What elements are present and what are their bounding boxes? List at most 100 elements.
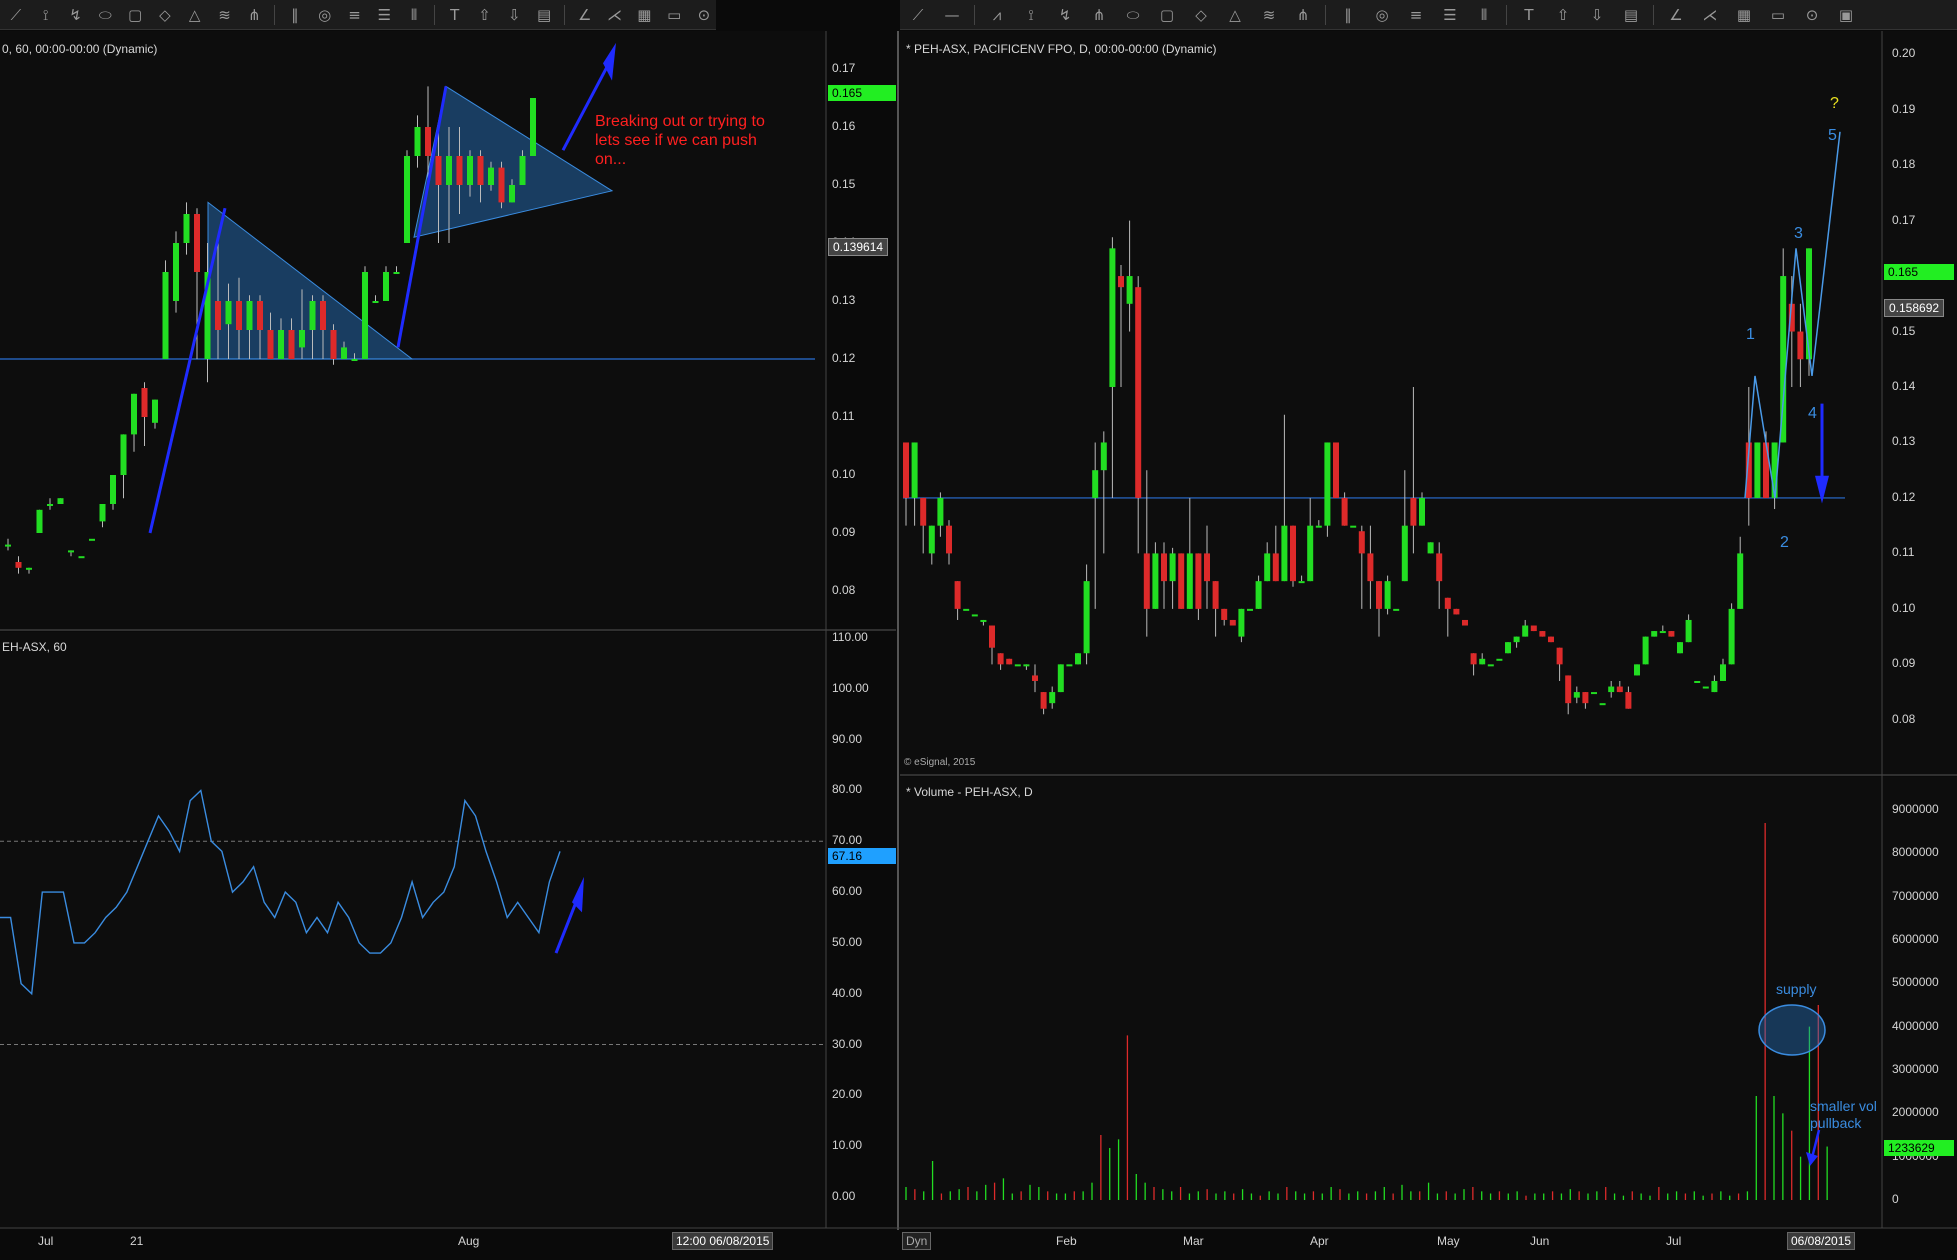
left-candle-body	[404, 156, 410, 243]
dynamic-mode-button[interactable]: Dyn	[902, 1232, 932, 1250]
right-price-tick-label: 0.08	[1892, 711, 1916, 726]
left-rsi-tick-label: 100.00	[832, 680, 869, 695]
right-candle-body	[1350, 525, 1357, 528]
wave-label-2: 2	[1780, 534, 1789, 551]
left-candle-body	[341, 347, 347, 359]
left-candle-body	[257, 301, 263, 330]
right-candle-body	[1186, 553, 1193, 609]
right-candle-body	[1573, 692, 1580, 698]
right-x-label-apr: Apr	[1310, 1234, 1329, 1248]
right-candle-body	[1530, 625, 1537, 632]
right-candle-body	[1797, 331, 1804, 360]
right-x-label-may: May	[1437, 1234, 1460, 1248]
right-volume-tick-label: 4000000	[1892, 1018, 1939, 1033]
left-rsi-tick-label: 10.00	[832, 1138, 863, 1153]
right-candle-body	[1634, 664, 1640, 676]
right-candle-body	[954, 581, 961, 609]
left-rsi-title: EH-ASX, 60	[2, 640, 67, 654]
right-price-tick-label: 0.13	[1892, 434, 1916, 449]
right-candle-body	[997, 653, 1004, 665]
right-candle-body	[1462, 619, 1468, 626]
right-candle-body	[1702, 686, 1709, 689]
right-candle-body	[1470, 653, 1477, 665]
left-pennant-2	[413, 85, 614, 238]
right-candle-body	[1118, 276, 1124, 288]
left-candle-body	[152, 399, 158, 423]
right-volume-title: * Volume - PEH-ASX, D	[906, 785, 1033, 799]
right-candle-body	[1109, 248, 1116, 387]
right-candle-body	[1625, 692, 1632, 709]
left-candle-body	[68, 550, 74, 553]
right-candle-body	[1685, 619, 1692, 643]
right-candle-body	[946, 525, 952, 554]
right-candle-body	[1152, 553, 1159, 609]
right-candle-body	[1513, 636, 1520, 643]
right-volume-tick-label: 2000000	[1892, 1105, 1939, 1120]
left-rsi-tick-label: 40.00	[832, 985, 863, 1000]
right-candle-body	[1083, 581, 1090, 654]
left-candle-body	[162, 272, 169, 359]
right-candle-body	[1436, 553, 1443, 582]
wave-label-1: 1	[1746, 326, 1755, 343]
right-candle-body	[1651, 631, 1658, 637]
right-candle-body	[1505, 642, 1511, 654]
left-candle-body	[446, 156, 452, 185]
left-x-label-jul: Jul	[38, 1234, 54, 1248]
left-price-tick-label: 0.16	[832, 119, 856, 133]
right-candle-body	[1255, 581, 1262, 609]
right-candle-body	[911, 442, 918, 498]
left-price-tick-label: 0.17	[832, 61, 856, 75]
left-candle-body	[225, 301, 232, 325]
supply-highlight-ellipse	[1758, 1004, 1826, 1056]
left-candle-body	[383, 272, 389, 301]
left-breakout-arrowhead	[603, 42, 616, 81]
left-crosshair-price-tag: 0.139614	[828, 238, 889, 256]
right-volume-tick-label: 7000000	[1892, 888, 1939, 903]
left-rsi-tick-label: 70.00	[832, 833, 863, 848]
right-candle-body	[1169, 553, 1176, 582]
right-candle-body	[1358, 531, 1365, 554]
right-candle-body	[1195, 553, 1202, 609]
right-price-tick-label: 0.14	[1892, 379, 1916, 393]
right-candle-body	[1556, 647, 1563, 665]
right-volume-tick-label: 3000000	[1892, 1062, 1939, 1076]
left-candle-body	[47, 504, 53, 506]
right-candle-body	[1238, 608, 1245, 637]
left-candle-body	[309, 301, 316, 330]
right-price-tick-label: 0.15	[1892, 323, 1916, 338]
left-candle-body	[120, 434, 127, 475]
right-candle-body	[1135, 287, 1142, 498]
left-candle-body	[246, 301, 253, 330]
pullback-label: smaller vol pullback	[1810, 1098, 1877, 1131]
left-candle-body	[530, 98, 536, 156]
right-price-tick-label: 0.17	[1892, 212, 1916, 227]
left-candle-body	[435, 156, 442, 185]
right-candle-body	[1668, 631, 1675, 637]
supply-label: supply	[1776, 981, 1817, 997]
right-candle-body	[1694, 680, 1701, 683]
right-candle-body	[1496, 658, 1503, 661]
right-candle-body	[971, 614, 978, 617]
left-candle-body	[236, 301, 242, 330]
right-candle-body	[1049, 692, 1056, 704]
right-last-price-tag: 0.165	[1884, 264, 1954, 280]
right-candle-body	[1272, 553, 1279, 582]
right-candle-body	[1100, 442, 1107, 471]
left-candle-body	[278, 330, 284, 359]
right-candle-body	[1341, 497, 1348, 526]
left-candle-body	[99, 504, 106, 522]
left-price-tick-label: 0.13	[832, 293, 856, 307]
right-price-tick-label: 0.11	[1892, 545, 1915, 560]
wave-label-5: 5	[1828, 127, 1837, 144]
right-candle-body	[1539, 631, 1546, 637]
left-chart-title: 0, 60, 00:00-00:00 (Dynamic)	[2, 42, 158, 56]
right-candle-body	[1204, 553, 1210, 582]
right-candle-body	[1401, 525, 1408, 582]
right-candle-body	[1410, 497, 1417, 526]
right-date-box: 06/08/2015	[1787, 1232, 1856, 1250]
left-price-tick-label: 0.12	[832, 351, 856, 365]
wave-label-4: 4	[1808, 405, 1817, 422]
left-rsi-tick-label: 80.00	[832, 782, 863, 797]
right-volume-tick-label: 9000000	[1892, 802, 1939, 816]
right-candle-body	[1711, 680, 1718, 693]
